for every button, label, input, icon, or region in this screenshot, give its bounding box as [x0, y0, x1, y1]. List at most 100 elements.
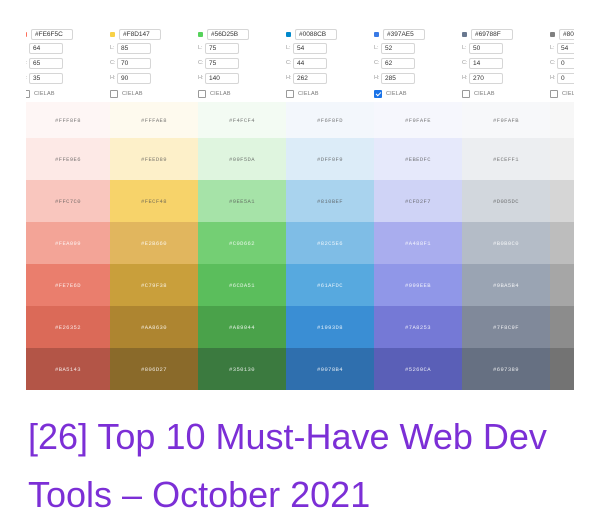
color-swatch-icon[interactable] — [198, 32, 203, 37]
lch-input-c[interactable]: 65 — [29, 57, 63, 69]
palette-swatch: #EBEDFC — [374, 138, 462, 180]
palette-swatch — [550, 180, 574, 222]
lch-row-l: L: 54 — [286, 42, 327, 54]
lch-input-c[interactable]: 14 — [469, 57, 503, 69]
lch-row-l: L: 54 — [550, 42, 574, 54]
lch-label: C: — [198, 60, 204, 66]
hex-row: #F8D147 — [110, 29, 161, 40]
palette-swatch: #09F5DA — [198, 138, 286, 180]
lch-input-c[interactable]: 62 — [381, 57, 415, 69]
color-swatch-icon[interactable] — [26, 32, 27, 37]
lch-input-c[interactable]: 75 — [205, 57, 239, 69]
color-swatch-icon[interactable] — [462, 32, 467, 37]
palette-swatch: #F9FAFB — [462, 102, 550, 138]
color-control-column: #FE6F5C L:64 C:65 H:35 CIELAB — [26, 28, 110, 102]
lch-input-l[interactable]: 85 — [117, 42, 151, 54]
lch-input-l[interactable]: 50 — [469, 42, 503, 54]
lch-label: H: — [286, 75, 292, 81]
cielab-checkbox[interactable] — [462, 89, 470, 98]
palette-swatch: #806D27 — [110, 348, 198, 390]
lch-input-l[interactable]: 54 — [293, 42, 327, 54]
lch-label: H: — [198, 75, 204, 81]
cielab-toggle[interactable]: CIELAB — [26, 89, 55, 98]
cielab-checkbox[interactable] — [198, 89, 206, 98]
palette-swatch: #7F8C9F — [462, 306, 550, 348]
lch-input-l[interactable]: 75 — [205, 42, 239, 54]
lch-label: L: — [110, 45, 115, 51]
lch-input-c[interactable]: 0 — [557, 57, 574, 69]
lch-input-c[interactable]: 44 — [293, 57, 327, 69]
palette-swatch — [550, 138, 574, 180]
palette-swatch: #AA8630 — [110, 306, 198, 348]
lch-input-c[interactable]: 70 — [117, 57, 151, 69]
hex-row: #808 — [550, 29, 574, 40]
hex-input[interactable]: #69788F — [471, 29, 513, 40]
palette-swatch: #350130 — [198, 348, 286, 390]
palette-swatch: #A89044 — [198, 306, 286, 348]
palette-swatch — [550, 222, 574, 264]
article-title-link[interactable]: [26] Top 10 Must-Have Web Dev Tools – Oc… — [28, 408, 588, 524]
hex-input[interactable]: #FE6F5C — [31, 29, 73, 40]
lch-input-h[interactable]: 0 — [557, 72, 574, 84]
palette-swatch: #F9FAFE — [374, 102, 462, 138]
lch-label: H: — [462, 75, 468, 81]
lch-row-h: H:35 — [26, 72, 63, 84]
palette-swatch: #C79F38 — [110, 264, 198, 306]
lch-input-h[interactable]: 262 — [293, 72, 327, 84]
lch-row-c: C: 70 — [110, 57, 151, 69]
color-control-column: #F8D147 L: 85 C: 70 H: 90 CIELAB — [110, 28, 198, 102]
cielab-toggle[interactable]: CIELAB — [462, 89, 495, 98]
cielab-checkbox[interactable] — [26, 89, 30, 98]
lch-input-h[interactable]: 90 — [117, 72, 151, 84]
lch-input-h[interactable]: 35 — [29, 72, 63, 84]
cielab-toggle[interactable]: CIELAB — [374, 89, 407, 98]
palette-swatch: #DFF0F9 — [286, 138, 374, 180]
palette-swatch: #FFF8F8 — [26, 102, 110, 138]
hex-input[interactable]: #0088CB — [295, 29, 337, 40]
lch-input-l[interactable]: 64 — [29, 42, 63, 54]
lch-row-h: H: 270 — [462, 72, 503, 84]
article-thumbnail[interactable]: #FE6F5CL:64C:65H:35CIELAB#F8D147L:85C:70… — [26, 28, 574, 390]
cielab-checkbox[interactable] — [286, 89, 294, 98]
cielab-toggle[interactable]: CIELAB — [550, 89, 574, 98]
cielab-toggle[interactable]: CIELAB — [286, 89, 319, 98]
palette-swatch: #810BEF — [286, 180, 374, 222]
cielab-toggle[interactable]: CIELAB — [110, 89, 143, 98]
lch-label: H: — [374, 75, 380, 81]
cielab-label: CIELAB — [562, 90, 574, 97]
hex-input[interactable]: #808 — [559, 29, 574, 40]
cielab-checkbox[interactable] — [550, 89, 558, 98]
palette-swatch: #F4FCF4 — [198, 102, 286, 138]
lch-row-h: H: 0 — [550, 72, 574, 84]
lch-row-c: C: 62 — [374, 57, 415, 69]
cielab-label: CIELAB — [386, 90, 407, 97]
hex-input[interactable]: #F8D147 — [119, 29, 161, 40]
palette-swatch — [550, 306, 574, 348]
lch-input-h[interactable]: 140 — [205, 72, 239, 84]
cielab-checkbox[interactable] — [374, 89, 382, 98]
cielab-label: CIELAB — [298, 90, 319, 97]
palette-swatch: #6CDA51 — [198, 264, 286, 306]
lch-label: C: — [550, 60, 556, 66]
lch-input-l[interactable]: 52 — [381, 42, 415, 54]
cielab-checkbox[interactable] — [110, 89, 118, 98]
color-swatch-icon[interactable] — [110, 32, 115, 37]
cielab-label: CIELAB — [34, 90, 55, 97]
article-card[interactable]: #FE6F5CL:64C:65H:35CIELAB#F8D147L:85C:70… — [0, 0, 600, 530]
hex-input[interactable]: #397AE5 — [383, 29, 425, 40]
palette-swatch: #FEED89 — [110, 138, 198, 180]
lch-input-h[interactable]: 270 — [469, 72, 503, 84]
hex-row: #FE6F5C — [26, 29, 73, 40]
color-swatch-icon[interactable] — [286, 32, 291, 37]
palette-swatch: #82C5E6 — [286, 222, 374, 264]
color-swatch-icon[interactable] — [550, 32, 555, 37]
hex-input[interactable]: #56D25B — [207, 29, 249, 40]
color-control-column: #397AE5 L: 52 C: 62 H: 285 CIELAB — [374, 28, 462, 102]
lch-label: H: — [550, 75, 556, 81]
palette-swatch: #ECEFF1 — [462, 138, 550, 180]
lch-input-l[interactable]: 54 — [557, 42, 574, 54]
color-swatch-icon[interactable] — [374, 32, 379, 37]
lch-input-h[interactable]: 285 — [381, 72, 415, 84]
cielab-toggle[interactable]: CIELAB — [198, 89, 231, 98]
lch-label: L: — [550, 45, 555, 51]
